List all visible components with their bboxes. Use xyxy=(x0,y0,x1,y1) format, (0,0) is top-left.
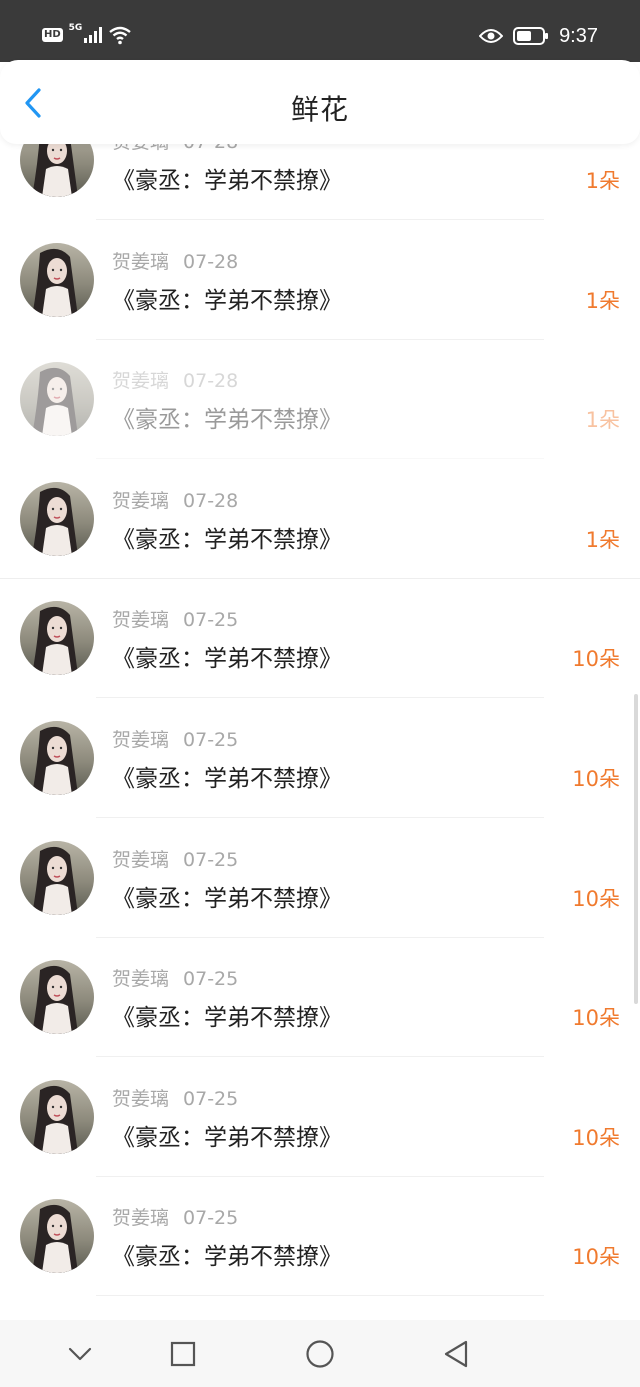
flower-count: 1朵 xyxy=(585,169,620,193)
nav-collapse-button[interactable] xyxy=(63,1337,97,1371)
flower-count: 10朵 xyxy=(572,887,620,911)
sender-meta: 贺姜璃 07-25 xyxy=(112,845,238,872)
sender-meta: 贺姜璃 07-25 xyxy=(112,725,238,752)
status-left: HD 5G xyxy=(42,22,132,48)
square-icon xyxy=(170,1341,196,1367)
book-title[interactable]: 《豪丞：学弟不禁撩》 xyxy=(112,520,342,554)
circle-icon xyxy=(306,1340,334,1368)
sender-meta: 贺姜璃 07-28 xyxy=(112,247,238,274)
row-divider xyxy=(96,339,544,340)
scrollbar[interactable] xyxy=(634,694,638,1004)
send-date: 07-25 xyxy=(183,968,239,990)
row-divider xyxy=(96,697,544,698)
sender-meta: 贺姜璃 07-25 xyxy=(112,1203,238,1230)
flower-count: 10朵 xyxy=(572,767,620,791)
status-right: 9:37 xyxy=(479,22,598,50)
nav-back-button[interactable] xyxy=(440,1337,474,1371)
avatar[interactable] xyxy=(20,721,94,795)
list-item[interactable]: 贺姜璃 07-25 《豪丞：学弟不禁撩》 10朵 xyxy=(0,1195,640,1314)
book-title[interactable]: 《豪丞：学弟不禁撩》 xyxy=(112,998,342,1032)
list-item[interactable]: 贺姜璃 07-28 《豪丞：学弟不禁撩》 1朵 xyxy=(0,239,640,358)
row-divider xyxy=(96,1056,544,1057)
send-date: 07-28 xyxy=(183,251,239,273)
send-date: 07-25 xyxy=(183,849,239,871)
sender-meta: 贺姜璃 07-28 xyxy=(112,486,238,513)
avatar[interactable] xyxy=(20,482,94,556)
flower-count: 10朵 xyxy=(572,1006,620,1030)
row-divider xyxy=(0,578,640,579)
row-divider xyxy=(96,1295,544,1296)
sender-name: 贺姜璃 xyxy=(112,968,170,990)
avatar[interactable] xyxy=(20,243,94,317)
avatar[interactable] xyxy=(20,1080,94,1154)
send-date: 07-25 xyxy=(183,729,239,751)
sender-name: 贺姜璃 xyxy=(112,251,170,273)
sender-meta: 贺姜璃 07-25 xyxy=(112,605,238,632)
sender-name: 贺姜璃 xyxy=(112,849,170,871)
sender-meta: 贺姜璃 07-25 xyxy=(112,1084,238,1111)
list-item[interactable]: 贺姜璃 07-25 《豪丞：学弟不禁撩》 10朵 xyxy=(0,1076,640,1195)
list-item[interactable]: 贺姜璃 07-25 《豪丞：学弟不禁撩》 10朵 xyxy=(0,956,640,1075)
row-divider xyxy=(96,1176,544,1177)
avatar[interactable] xyxy=(20,960,94,1034)
sender-name: 贺姜璃 xyxy=(112,370,170,392)
hd-badge: HD xyxy=(42,28,63,42)
status-bar: HD 5G 9:37 xyxy=(0,0,640,62)
list-item[interactable]: 贺姜璃 07-25 《豪丞：学弟不禁撩》 10朵 xyxy=(0,837,640,956)
nav-recents-button[interactable] xyxy=(166,1337,200,1371)
chevron-down-icon xyxy=(68,1347,92,1361)
battery-icon xyxy=(513,27,549,45)
network-type-label: 5G xyxy=(68,23,83,33)
page-header: 鲜花 xyxy=(0,60,640,144)
send-date: 07-28 xyxy=(183,370,239,392)
send-date: 07-25 xyxy=(183,1088,239,1110)
book-title[interactable]: 《豪丞：学弟不禁撩》 xyxy=(112,639,342,673)
list-item[interactable]: 贺姜璃 07-28 《豪丞：学弟不禁撩》 1朵 xyxy=(0,358,640,477)
row-divider xyxy=(96,458,544,459)
nav-home-button[interactable] xyxy=(303,1337,337,1371)
list-item[interactable]: 贺姜璃 07-28 《豪丞：学弟不禁撩》 1朵 xyxy=(0,478,640,597)
flower-count: 1朵 xyxy=(585,289,620,313)
send-date: 07-25 xyxy=(183,609,239,631)
avatar[interactable] xyxy=(20,601,94,675)
book-title[interactable]: 《豪丞：学弟不禁撩》 xyxy=(112,161,342,195)
flower-count: 1朵 xyxy=(585,408,620,432)
book-title[interactable]: 《豪丞：学弟不禁撩》 xyxy=(112,879,342,913)
sender-name: 贺姜璃 xyxy=(112,729,170,751)
sender-name: 贺姜璃 xyxy=(112,490,170,512)
eye-icon xyxy=(479,29,504,43)
flower-count: 10朵 xyxy=(572,1126,620,1150)
send-date: 07-25 xyxy=(183,1207,239,1229)
triangle-back-icon xyxy=(444,1340,468,1368)
avatar[interactable] xyxy=(20,362,94,436)
avatar[interactable] xyxy=(20,1199,94,1273)
sender-name: 贺姜璃 xyxy=(112,609,170,631)
avatar[interactable] xyxy=(20,841,94,915)
wifi-icon xyxy=(109,26,132,45)
book-title[interactable]: 《豪丞：学弟不禁撩》 xyxy=(112,1237,342,1271)
book-title[interactable]: 《豪丞：学弟不禁撩》 xyxy=(112,281,342,315)
flower-count: 10朵 xyxy=(572,1245,620,1269)
row-divider xyxy=(96,817,544,818)
sender-name: 贺姜璃 xyxy=(112,1088,170,1110)
send-date: 07-28 xyxy=(183,490,239,512)
page-title: 鲜花 xyxy=(290,93,349,126)
flower-count: 10朵 xyxy=(572,647,620,671)
book-title[interactable]: 《豪丞：学弟不禁撩》 xyxy=(112,759,342,793)
list-item[interactable]: 贺姜璃 07-25 《豪丞：学弟不禁撩》 10朵 xyxy=(0,717,640,836)
sender-meta: 贺姜璃 07-28 xyxy=(112,366,238,393)
row-divider xyxy=(96,219,544,220)
book-title[interactable]: 《豪丞：学弟不禁撩》 xyxy=(112,400,342,434)
sender-meta: 贺姜璃 07-25 xyxy=(112,964,238,991)
list-item[interactable]: 贺姜璃 07-25 《豪丞：学弟不禁撩》 10朵 xyxy=(0,597,640,716)
book-title[interactable]: 《豪丞：学弟不禁撩》 xyxy=(112,1118,342,1152)
row-divider xyxy=(96,937,544,938)
flower-count: 1朵 xyxy=(585,528,620,552)
clock: 9:37 xyxy=(559,24,598,47)
sender-name: 贺姜璃 xyxy=(112,1207,170,1229)
signal-icon xyxy=(84,27,103,43)
system-nav-bar xyxy=(0,1320,640,1387)
